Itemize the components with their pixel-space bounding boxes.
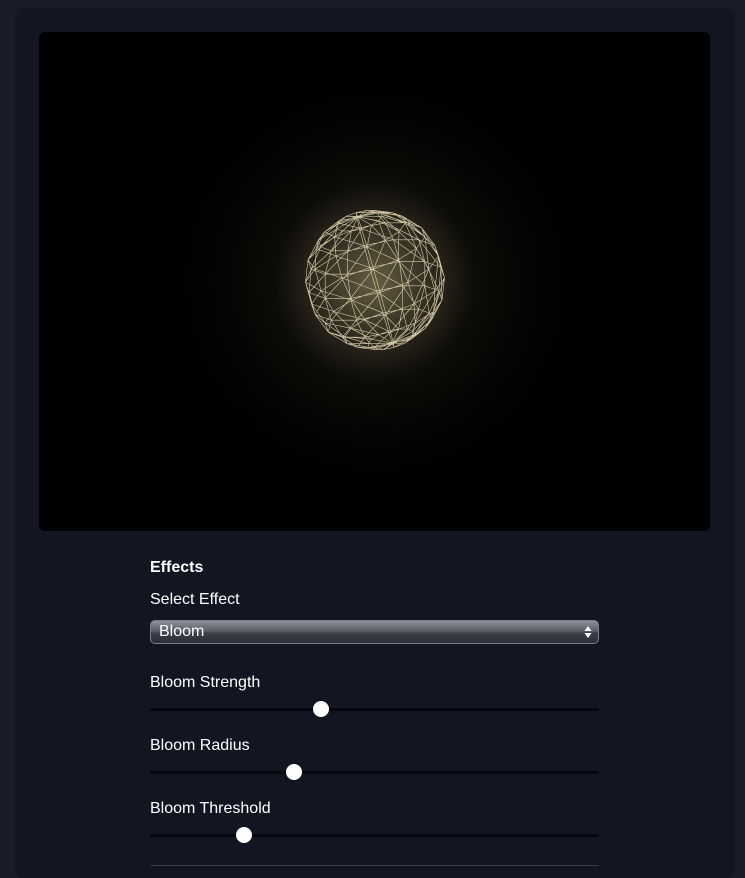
app-panel: Effects Select Effect Bloom Bloom Streng… — [15, 8, 735, 878]
wireframe-sphere-render — [39, 32, 710, 531]
slider-thumb[interactable] — [285, 764, 302, 780]
slider-track — [150, 771, 599, 774]
bloom-radius-label: Bloom Radius — [150, 737, 250, 754]
effect-select-value: Bloom — [159, 623, 205, 640]
bloom-strength-slider[interactable] — [150, 699, 599, 719]
slider-track — [150, 834, 599, 837]
effects-heading: Effects — [150, 559, 204, 576]
bloom-strength-label: Bloom Strength — [150, 674, 261, 691]
bloom-threshold-slider[interactable] — [150, 825, 599, 845]
bloom-threshold-label: Bloom Threshold — [150, 800, 271, 817]
select-effect-label: Select Effect — [150, 591, 240, 608]
effect-select[interactable]: Bloom — [150, 620, 599, 644]
slider-thumb[interactable] — [236, 827, 253, 843]
slider-track — [150, 708, 599, 711]
slider-thumb[interactable] — [312, 701, 329, 717]
select-arrows-icon — [584, 626, 592, 638]
bloom-radius-slider[interactable] — [150, 762, 599, 782]
render-viewport[interactable] — [39, 32, 710, 531]
